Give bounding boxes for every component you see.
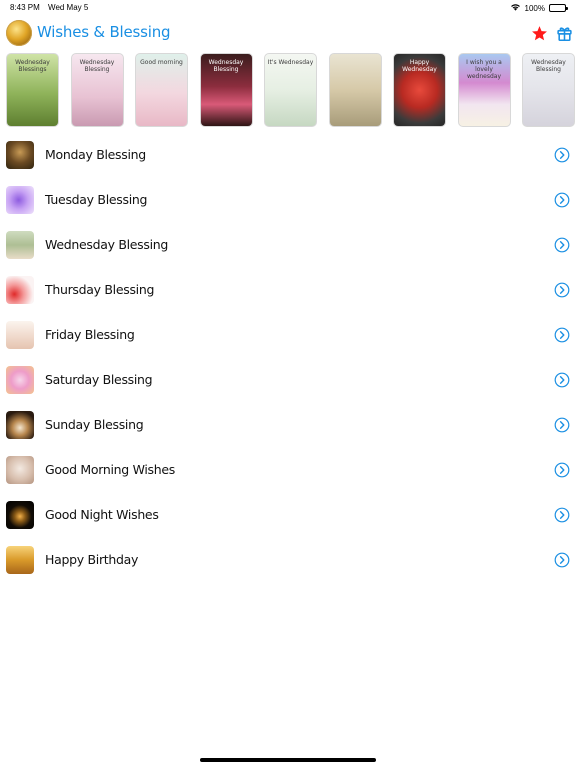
list-item[interactable]: Wednesday Blessing [0,223,576,268]
list-item-label: Good Night Wishes [45,507,159,522]
carousel-card[interactable]: Wednesday Blessing [199,53,253,127]
chevron-right-circle-icon[interactable] [554,147,570,163]
carousel-card[interactable]: Good morning [135,53,188,127]
list-item-thumbnail [6,231,34,259]
carousel-card-caption: It's Wednesday [267,59,314,66]
list-item-label: Saturday Blessing [45,372,153,387]
carousel-card-caption: Wednesday Blessing [208,59,244,73]
list-item[interactable]: Thursday Blessing [0,268,576,313]
list-item-thumbnail [6,501,34,529]
list-item[interactable]: Saturday Blessing [0,358,576,403]
list-item-thumbnail [6,546,34,574]
home-indicator[interactable] [200,758,376,762]
chevron-right-circle-icon[interactable] [554,372,570,388]
carousel-card[interactable]: Wednesday Blessing [70,53,124,127]
status-bar: 8:43 PM Wed May 5 100% [0,0,576,14]
carousel-card-caption: Wednesday Blessing [531,59,566,73]
star-icon[interactable] [528,22,550,44]
chevron-right-circle-icon[interactable] [554,507,570,523]
list-item-label: Thursday Blessing [45,282,155,297]
list-item[interactable]: Good Morning Wishes [0,448,576,493]
list-item[interactable]: Good Night Wishes [0,493,576,538]
carousel-card[interactable]: I wish you a lovely wednesday [457,53,511,127]
list-item-thumbnail [6,366,34,394]
list-item-thumbnail [6,321,34,349]
wifi-icon [510,3,521,13]
carousel-card[interactable]: Wednesday Blessings [6,53,59,127]
battery-icon [549,4,568,12]
list-item-thumbnail [6,141,34,169]
chevron-right-circle-icon[interactable] [554,282,570,298]
carousel-card[interactable]: It's Wednesday [264,53,317,127]
chevron-right-circle-icon[interactable] [554,192,570,208]
chevron-right-circle-icon[interactable] [554,327,570,343]
list-item[interactable]: Happy Birthday [0,538,576,583]
list-item-thumbnail [6,276,34,304]
carousel-card[interactable]: Happy Wednesday [393,53,446,127]
chevron-right-circle-icon[interactable] [554,417,570,433]
carousel-card-caption: I wish you a lovely wednesday [466,59,502,80]
carousel-card-caption: Good morning [140,59,183,66]
gift-icon[interactable] [553,22,575,44]
status-time: 8:43 PM [10,3,40,12]
image-carousel[interactable]: Wednesday Blessings Wednesday Blessing G… [6,53,576,127]
list-item-label: Tuesday Blessing [45,192,148,207]
list-item-label: Friday Blessing [45,327,135,342]
list-item-label: Happy Birthday [45,552,139,567]
status-date: Wed May 5 [48,3,89,12]
list-item-label: Wednesday Blessing [45,237,169,252]
list-item-label: Sunday Blessing [45,417,144,432]
list-item[interactable]: Monday Blessing [0,133,576,178]
list-item-thumbnail [6,456,34,484]
list-item-thumbnail [6,411,34,439]
list-item-label: Monday Blessing [45,147,146,162]
list-item[interactable]: Sunday Blessing [0,403,576,448]
chevron-right-circle-icon[interactable] [554,462,570,478]
app-logo [6,20,32,46]
list-item[interactable]: Tuesday Blessing [0,178,576,223]
carousel-card[interactable] [328,53,382,127]
chevron-right-circle-icon[interactable] [554,237,570,253]
category-list: Monday Blessing Tuesday Blessing Wednesd… [0,133,576,583]
carousel-card-caption: Wednesday Blessing [79,59,115,73]
nav-bar: Wishes & Blessing [0,18,576,48]
list-item[interactable]: Friday Blessing [0,313,576,358]
carousel-card[interactable]: Wednesday Blessing [522,53,575,127]
battery-percent: 100% [524,3,545,13]
list-item-thumbnail [6,186,34,214]
carousel-card-caption: Wednesday Blessings [15,59,50,73]
chevron-right-circle-icon[interactable] [554,552,570,568]
carousel-card-caption: Happy Wednesday [402,59,437,73]
page-title: Wishes & Blessing [37,23,171,41]
list-item-label: Good Morning Wishes [45,462,175,477]
